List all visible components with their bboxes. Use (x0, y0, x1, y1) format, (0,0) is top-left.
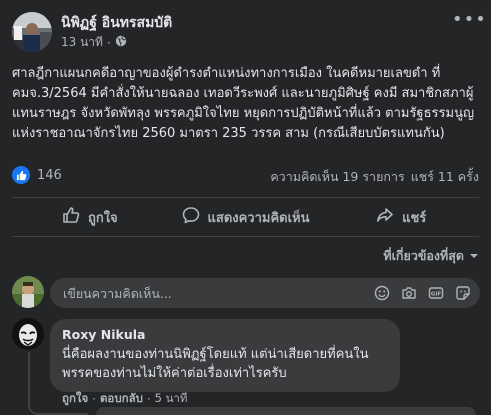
divider (12, 236, 479, 237)
comment-label: แสดงความคิดเห็น (207, 210, 310, 226)
separator-dot: · (92, 392, 96, 406)
comment-input[interactable] (63, 285, 373, 301)
commenter-avatar[interactable] (12, 318, 44, 350)
like-button[interactable]: ถูกใจ (12, 201, 168, 233)
composer-tools: GIF (373, 284, 472, 302)
comment-actions: ถูกใจ · ตอบกลับ · 5 นาที (62, 390, 187, 408)
post-actions: ถูกใจ แสดงความคิดเห็น แชร์ (12, 201, 479, 233)
more-options-icon[interactable]: ••• (452, 11, 486, 35)
comment-reply-link[interactable]: ตอบกลับ (100, 390, 143, 408)
svg-text:GIF: GIF (431, 292, 442, 298)
sort-label: ที่เกี่ยวข้องที่สุด (383, 248, 464, 263)
comments-count[interactable]: ความคิดเห็น 19 รายการ (270, 167, 404, 187)
share-button[interactable]: แชร์ (323, 201, 479, 233)
author-avatar[interactable] (12, 12, 52, 52)
sticker-icon[interactable] (454, 284, 472, 302)
comment-sort-dropdown[interactable]: ที่เกี่ยวข้องที่สุด (383, 246, 479, 266)
chevron-down-icon (469, 249, 479, 264)
emoji-icon[interactable] (373, 284, 391, 302)
facebook-post: นิพิฏฐ์ อินทรสมบัติ 13 นาที · ••• ศาลฎีก… (0, 0, 491, 415)
share-label: แชร์ (402, 210, 427, 226)
comment-composer[interactable]: GIF (50, 278, 480, 308)
separator-dot: · (106, 35, 111, 50)
camera-icon[interactable] (400, 284, 418, 302)
comment-text: นี่คือผลงานของท่านนิพิฏฐ์โดยแท้ แต่น่าเส… (62, 347, 369, 381)
post-meta: 13 นาที · (61, 33, 127, 52)
engagement-stats: ความคิดเห็น 19 รายการ แชร์ 11 ครั้ง (270, 167, 479, 187)
like-label: ถูกใจ (87, 210, 118, 226)
like-icon (12, 166, 30, 184)
comment-time[interactable]: 5 นาที (155, 390, 188, 408)
reaction-count: 146 (37, 167, 62, 183)
post-text: ศาลฎีกาแผนกคดีอาญาของผู้ดำรงตำแหน่งทางกา… (12, 66, 475, 141)
shares-count[interactable]: แชร์ 11 ครั้ง (411, 167, 479, 187)
reply-preview[interactable] (96, 407, 476, 415)
post-time[interactable]: 13 นาที (61, 33, 103, 52)
comment-button[interactable]: แสดงความคิดเห็น (168, 201, 324, 233)
globe-icon[interactable] (115, 35, 127, 50)
viewer-avatar[interactable] (12, 276, 44, 308)
reaction-summary[interactable]: 146 (12, 166, 62, 184)
commenter-name[interactable]: Roxy Nikula (62, 327, 388, 342)
thumbs-up-icon (62, 206, 80, 228)
share-icon (376, 206, 394, 228)
gif-icon[interactable]: GIF (427, 284, 445, 302)
comment-bubble: Roxy Nikula นี่คือผลงานของท่านนิพิฏฐ์โดย… (50, 319, 400, 392)
comment-like-link[interactable]: ถูกใจ (62, 390, 88, 408)
separator-dot: · (146, 392, 151, 406)
comment-icon (182, 206, 200, 228)
divider (12, 197, 479, 198)
author-name[interactable]: นิพิฏฐ์ อินทรสมบัติ (61, 12, 172, 34)
